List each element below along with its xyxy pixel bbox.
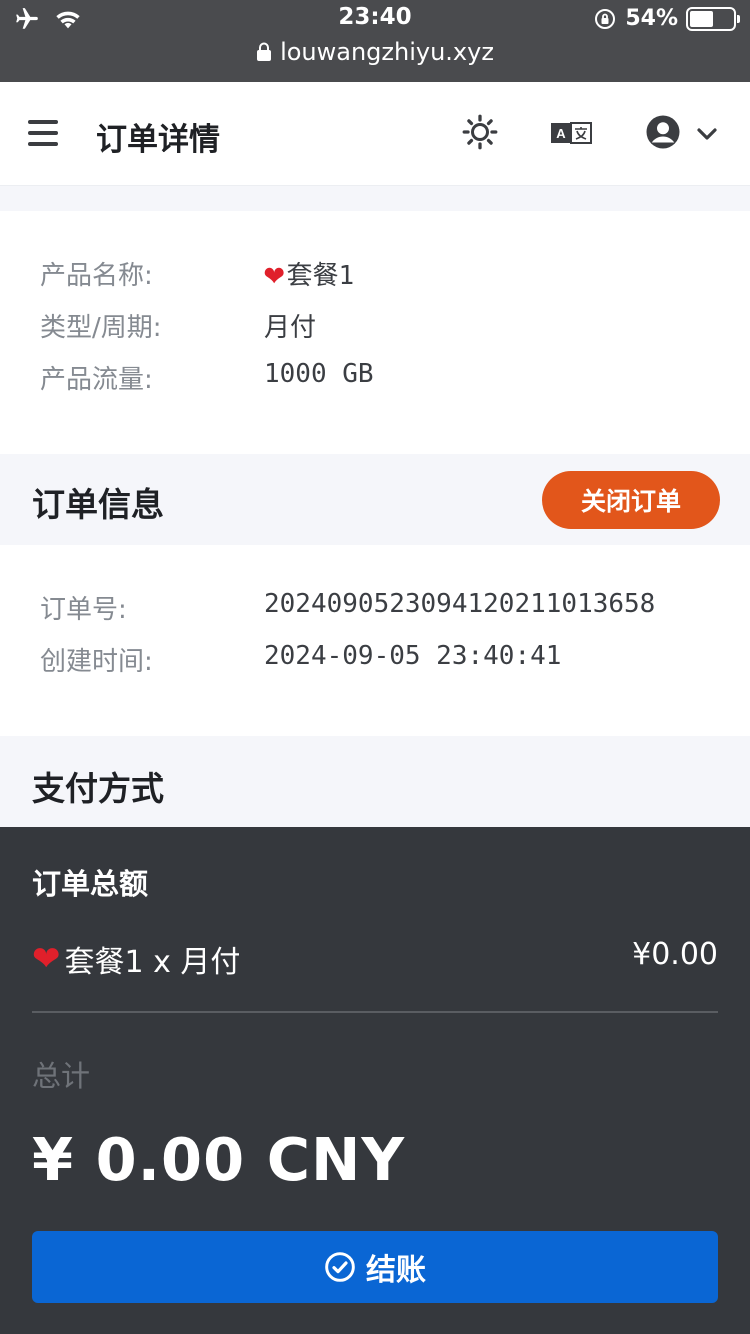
created-time-row: 创建时间: 2024-09-05 23:40:41 — [40, 641, 561, 678]
product-traffic-value: 1000 GB — [264, 359, 374, 389]
battery-icon — [686, 6, 740, 31]
sun-icon[interactable] — [462, 114, 498, 150]
close-order-button[interactable]: 关闭订单 — [542, 471, 720, 529]
order-info-card: 订单号: 2024090523094120211013658 创建时间: 202… — [0, 545, 750, 736]
product-traffic-label: 产品流量: — [40, 365, 153, 395]
summary-divider — [32, 1011, 718, 1013]
created-time-value: 2024-09-05 23:40:41 — [264, 641, 562, 671]
order-info-title: 订单信息 — [32, 485, 164, 524]
heart-icon: ❤ — [32, 939, 61, 979]
order-summary: 订单总额 ❤ 套餐1 x 月付 ¥0.00 总计 ¥ 0.00 CNY 结账 — [0, 827, 750, 1334]
page-title: 订单详情 — [96, 122, 220, 158]
order-number-label: 订单号: — [40, 595, 127, 625]
product-cycle-label: 类型/周期: — [40, 313, 162, 343]
battery-level — [690, 10, 713, 27]
checkout-button[interactable]: 结账 — [32, 1231, 718, 1303]
summary-item-price: ¥0.00 — [632, 937, 718, 972]
svg-text:A: A — [556, 126, 566, 141]
battery-percent: 54% — [625, 6, 678, 31]
checkout-label: 结账 — [366, 1253, 426, 1288]
url-bar[interactable]: louwangzhiyu.xyz — [0, 38, 750, 66]
product-cycle-value: 月付 — [264, 313, 317, 343]
translate-icon[interactable]: A — [550, 120, 592, 146]
product-row-traffic: 产品流量: 1000 GB — [40, 359, 374, 396]
total-value: ¥ 0.00 CNY — [32, 1125, 406, 1194]
payment-method-title: 支付方式 — [32, 769, 164, 808]
product-name-value: 套餐1 — [286, 261, 355, 291]
order-number-value: 2024090523094120211013658 — [264, 589, 656, 619]
app-header: 订单详情 A — [0, 82, 750, 186]
summary-item-label: 套餐1 x 月付 — [64, 945, 241, 980]
menu-icon[interactable] — [28, 120, 58, 148]
product-name-label: 产品名称: — [40, 261, 153, 291]
product-row-name: 产品名称: ❤ 套餐1 — [40, 255, 354, 292]
summary-title: 订单总额 — [32, 867, 149, 901]
check-circle-icon — [325, 1252, 355, 1282]
product-row-cycle: 类型/周期: 月付 — [40, 307, 316, 344]
url-text: louwangzhiyu.xyz — [280, 38, 494, 66]
product-name-value-wrap: ❤ 套餐1 — [264, 255, 354, 292]
product-card: 产品名称: ❤ 套餐1 类型/周期: 月付 产品流量: 1000 GB — [0, 211, 750, 454]
order-number-row: 订单号: 2024090523094120211013658 — [40, 589, 655, 626]
summary-item: ❤ 套餐1 x 月付 — [32, 937, 240, 981]
account-icon[interactable] — [645, 114, 681, 150]
lock-icon — [257, 42, 272, 61]
created-time-label: 创建时间: — [40, 647, 153, 677]
status-bar: 23:40 54% louwangzhiyu.xyz — [0, 0, 750, 82]
chevron-down-icon[interactable] — [696, 126, 718, 142]
rotation-lock-icon — [595, 8, 616, 29]
total-label: 总计 — [32, 1059, 91, 1093]
status-right: 54% — [593, 6, 740, 31]
heart-icon: ❤ — [264, 253, 285, 294]
